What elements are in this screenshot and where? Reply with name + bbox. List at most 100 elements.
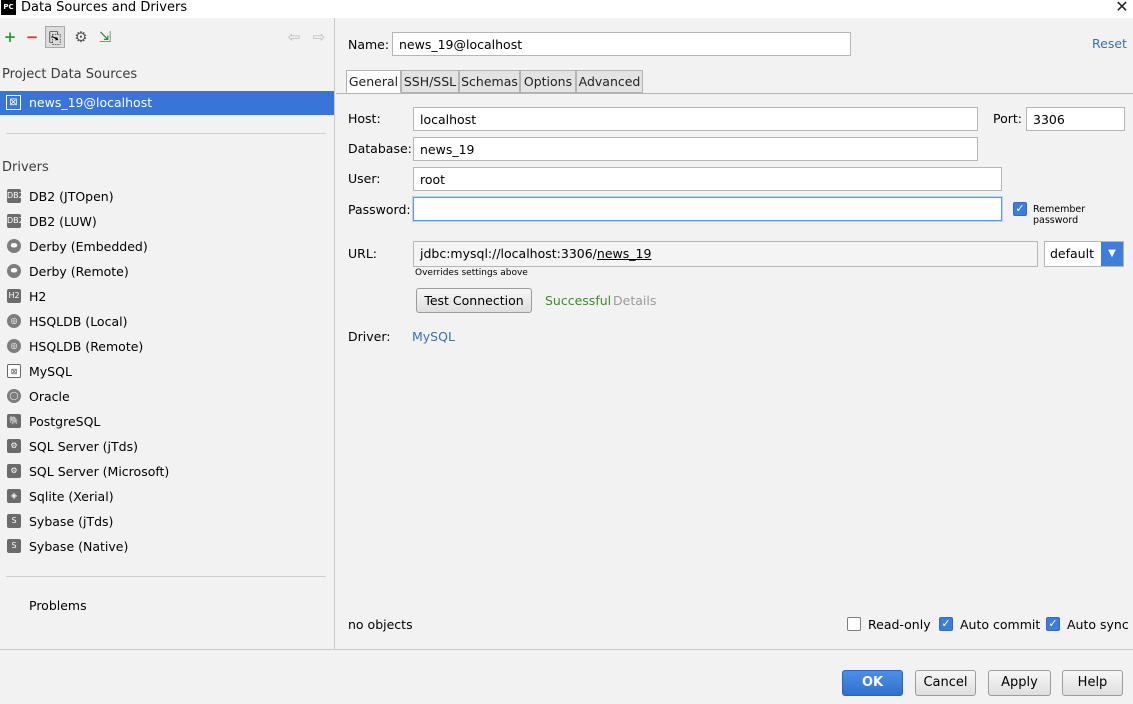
driver-link[interactable]: MySQL [412,329,455,344]
driver-label: Oracle [29,389,70,404]
driver-item[interactable]: ◎ HSQLDB (Remote) [0,335,334,359]
driver-label: HSQLDB (Remote) [29,339,144,354]
left-panel: + − ⎘ ⚙ ⇲ ⇦ ⇨ Project Data Sources ⊠ new… [0,18,335,649]
duplicate-icon[interactable]: ⎘ [45,26,65,48]
read-only-label: Read-only [868,617,931,632]
auto-sync-label: Auto sync [1067,617,1129,632]
driver-label: Sybase (Native) [29,539,129,554]
driver-item[interactable]: H2 H2 [0,285,334,309]
url-mode-select[interactable]: default ▼ [1044,241,1124,267]
postgresql-icon: 🐘 [7,414,21,428]
tab-general[interactable]: General [346,70,401,93]
hsqldb-icon: ◎ [7,339,21,353]
driver-label: HSQLDB (Local) [29,314,128,329]
tab-underline [336,93,1133,94]
driver-item[interactable]: S Sybase (jTds) [0,510,334,534]
hsqldb-icon: ◎ [7,314,21,328]
test-connection-button[interactable]: Test Connection [416,288,532,313]
user-label: User: [348,171,381,186]
driver-item[interactable]: ⊠ MySQL [0,360,334,384]
help-button[interactable]: Help [1062,670,1123,696]
right-panel: Name: Reset General SSH/SSL Schemas Opti… [336,18,1133,649]
add-icon[interactable]: + [0,26,20,48]
port-field[interactable] [1026,107,1125,131]
driver-item[interactable]: ◎ HSQLDB (Local) [0,310,334,334]
tab-schemas[interactable]: Schemas [459,70,520,93]
tab-advanced[interactable]: Advanced [576,70,643,93]
database-field[interactable] [413,137,978,161]
sybase-icon: S [7,539,21,553]
url-prefix: jdbc:mysql://localhost:3306/ [420,246,597,261]
settings-icon[interactable]: ⚙ [71,26,91,48]
driver-item[interactable]: ◯ Oracle [0,385,334,409]
auto-commit-label: Auto commit [960,617,1041,632]
driver-label: DB2 (LUW) [29,214,97,229]
problems-item[interactable]: Problems [29,598,87,613]
host-field[interactable] [413,107,978,131]
url-field[interactable]: jdbc:mysql://localhost:3306/news_19 [413,241,1038,267]
name-field[interactable] [392,32,851,56]
driver-item[interactable]: S Sybase (Native) [0,535,334,559]
tab-options[interactable]: Options [520,70,576,93]
oracle-icon: ◯ [7,389,21,403]
divider [6,576,326,577]
driver-label: DB2 (JTOpen) [29,189,114,204]
driver-item[interactable]: ⬬ Derby (Embedded) [0,235,334,259]
details-link[interactable]: Details [613,293,656,308]
mysql-icon: ⊠ [7,364,21,378]
chevron-down-icon: ▼ [1101,242,1123,266]
data-source-label: news_19@localhost [29,95,153,110]
host-label: Host: [348,111,381,126]
port-label: Port: [993,111,1022,126]
auto-sync-checkbox[interactable]: ✓ [1046,617,1060,631]
driver-label: MySQL [29,364,72,379]
driver-label: Driver: [348,329,391,344]
app-logo-icon: PC [1,0,16,15]
driver-label: H2 [29,289,47,304]
password-field[interactable] [413,197,1002,221]
driver-item[interactable]: DB2 DB2 (LUW) [0,210,334,234]
bottom-divider [0,649,1133,650]
reset-link[interactable]: Reset [1092,36,1127,51]
remember-password-label: Remember password [1033,204,1086,226]
name-label: Name: [348,37,390,52]
sqlserver-icon: ⚙ [7,439,21,453]
driver-item[interactable]: 🐘 PostgreSQL [0,410,334,434]
url-label: URL: [348,246,378,261]
driver-item[interactable]: ⚙ SQL Server (Microsoft) [0,460,334,484]
tab-ssh-ssl[interactable]: SSH/SSL [401,70,459,93]
driver-item[interactable]: ⬬ Derby (Remote) [0,260,334,284]
mysql-icon: ⊠ [6,95,21,110]
cancel-button[interactable]: Cancel [915,670,976,696]
objects-status: no objects [348,617,413,632]
driver-label: Sqlite (Xerial) [29,489,114,504]
auto-commit-checkbox[interactable]: ✓ [939,617,953,631]
driver-item[interactable]: ◈ Sqlite (Xerial) [0,485,334,509]
database-label: Database: [348,141,412,156]
apply-button[interactable]: Apply [988,670,1051,696]
driver-item[interactable]: DB2 DB2 (JTOpen) [0,185,334,209]
import-icon[interactable]: ⇲ [95,26,115,48]
sqlserver-icon: ⚙ [7,464,21,478]
drivers-heading: Drivers [2,160,49,175]
url-hint: Overrides settings above [415,268,528,278]
connection-status: Successful [545,293,612,308]
remember-password-checkbox[interactable]: ✓ [1013,202,1027,216]
back-arrow-icon[interactable]: ⇦ [284,26,304,48]
sybase-icon: S [7,514,21,528]
driver-label: SQL Server (Microsoft) [29,464,170,479]
data-source-item[interactable]: ⊠ news_19@localhost [0,91,334,115]
project-data-sources-heading: Project Data Sources [2,67,138,82]
forward-arrow-icon[interactable]: ⇨ [309,26,329,48]
driver-label: Derby (Embedded) [29,239,148,254]
read-only-checkbox[interactable] [847,617,861,631]
close-icon[interactable]: ✕ [1113,0,1131,16]
window-title: Data Sources and Drivers [21,0,188,15]
driver-item[interactable]: ⚙ SQL Server (jTds) [0,435,334,459]
divider [6,133,326,134]
ok-button[interactable]: OK [842,670,903,696]
password-label: Password: [348,202,411,217]
title-bar: PC Data Sources and Drivers ✕ [0,0,1133,18]
remove-icon[interactable]: − [22,26,42,48]
user-field[interactable] [413,167,1002,191]
